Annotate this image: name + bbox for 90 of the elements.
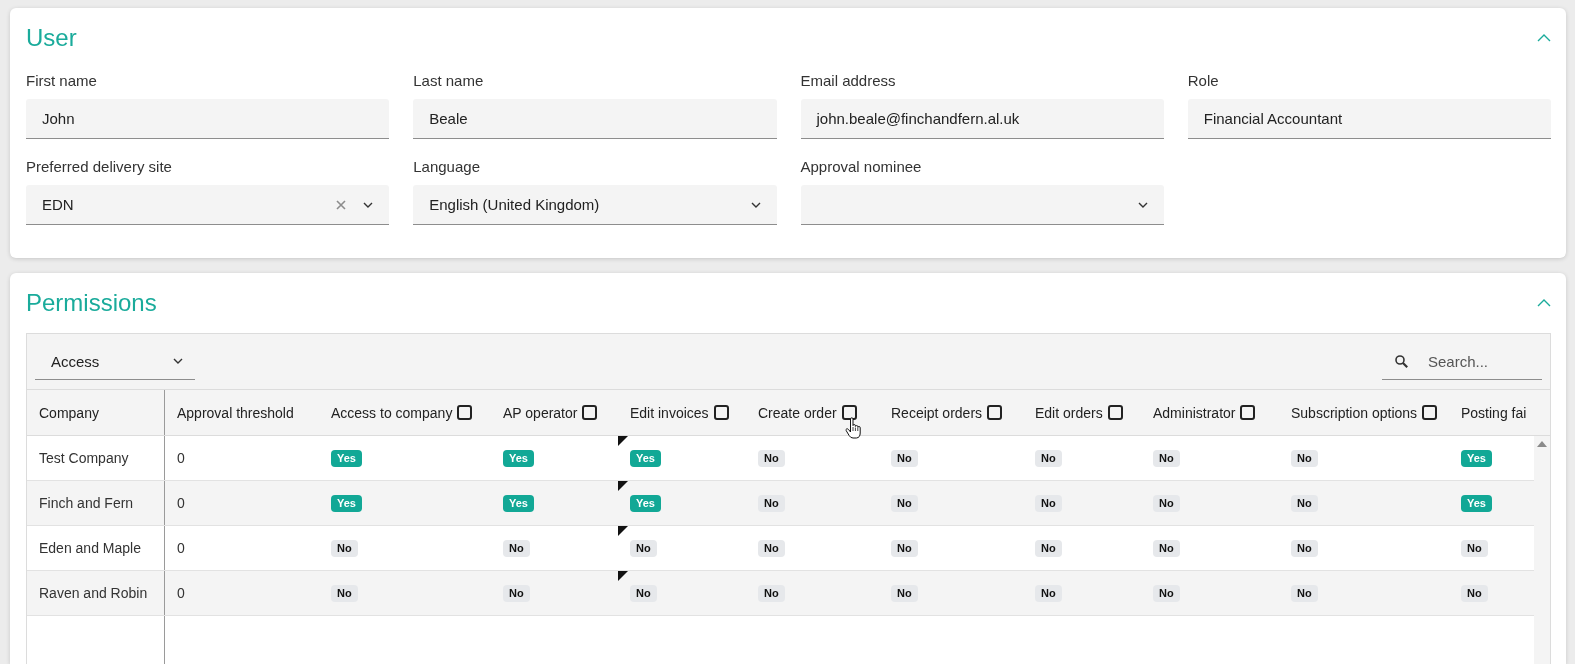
status-badge: No <box>331 539 358 557</box>
status-badge: Yes <box>630 449 661 467</box>
scrollbar[interactable] <box>1534 436 1550 664</box>
status-badge: No <box>503 584 530 602</box>
field-label: Role <box>1187 72 1219 90</box>
number-value: 0 <box>177 540 185 556</box>
status-badge: Yes <box>630 494 661 512</box>
column-header: Create order <box>758 404 837 421</box>
select-all-checkbox[interactable] <box>582 405 598 420</box>
dropdown-field[interactable] <box>800 185 1164 225</box>
row-label: Eden and Maple <box>39 540 141 556</box>
section-title: User <box>26 23 77 53</box>
text-field[interactable]: John <box>26 99 390 139</box>
status-badge: No <box>1035 494 1062 512</box>
clear-icon[interactable] <box>336 199 347 210</box>
status-badge: No <box>758 449 785 467</box>
column-header: Subscription options <box>1291 404 1418 421</box>
column-header: Edit invoices <box>630 404 709 421</box>
status-badge: Yes <box>1461 449 1492 467</box>
field-label: Email address <box>800 72 896 90</box>
status-badge: No <box>1153 539 1180 557</box>
status-badge: Yes <box>1461 494 1492 512</box>
select-all-checkbox[interactable] <box>1240 405 1256 420</box>
scroll-up-arrow-icon[interactable] <box>1537 441 1547 447</box>
status-badge: Yes <box>331 494 362 512</box>
select-all-checkbox[interactable] <box>1107 405 1123 420</box>
dropdown-field[interactable]: English (United Kingdom) <box>413 185 777 225</box>
field-label: Preferred delivery site <box>26 158 172 176</box>
row-label: Test Company <box>39 450 129 466</box>
status-badge: No <box>1035 449 1062 467</box>
status-badge: No <box>1035 539 1062 557</box>
status-badge: No <box>758 494 785 512</box>
text-field[interactable]: Beale <box>413 99 777 139</box>
column-header: Posting fai <box>1461 404 1527 421</box>
chevron-up-icon[interactable] <box>1537 299 1551 307</box>
column-header: Administrator <box>1153 404 1236 421</box>
chevron-up-icon[interactable] <box>1537 34 1551 42</box>
chevron-down-icon <box>750 201 761 208</box>
number-value: 0 <box>177 585 185 601</box>
status-badge: No <box>758 584 785 602</box>
status-badge: No <box>1153 494 1180 512</box>
status-badge: No <box>1291 584 1318 602</box>
status-badge: Yes <box>503 449 534 467</box>
row-label: Finch and Fern <box>39 495 134 511</box>
column-header: Approval threshold <box>177 404 294 421</box>
chevron-down-icon <box>363 201 374 208</box>
status-badge: No <box>1153 449 1180 467</box>
column-header: Access to company <box>331 404 453 421</box>
text-field[interactable]: john.beale@finchandfern.al.uk <box>800 99 1164 139</box>
status-badge: No <box>1153 584 1180 602</box>
status-badge: No <box>758 539 785 557</box>
select-all-checkbox[interactable] <box>1422 405 1438 420</box>
dropdown-field[interactable]: EDN <box>26 185 390 225</box>
status-badge: No <box>1291 494 1318 512</box>
column-header: Receipt orders <box>891 404 983 421</box>
status-badge: No <box>503 539 530 557</box>
section-title: Permissions <box>26 288 157 318</box>
chevron-down-icon <box>173 358 183 364</box>
text-field[interactable]: Financial Accountant <box>1187 99 1551 139</box>
view-dropdown[interactable]: Access <box>35 343 195 380</box>
number-value: 0 <box>177 495 185 511</box>
field-label: First name <box>26 72 97 90</box>
status-badge: No <box>630 584 657 602</box>
field-label: Last name <box>413 72 484 90</box>
status-badge: No <box>1035 584 1062 602</box>
column-header: Company <box>39 404 99 421</box>
select-all-checkbox[interactable] <box>713 405 729 420</box>
field-label: Approval nominee <box>800 158 922 176</box>
status-badge: No <box>630 539 657 557</box>
search-field[interactable]: Search... <box>1382 343 1542 380</box>
status-badge: Yes <box>503 494 534 512</box>
column-header: AP operator <box>503 404 578 421</box>
status-badge: No <box>1291 539 1318 557</box>
status-badge: No <box>891 584 918 602</box>
status-badge: No <box>1461 584 1488 602</box>
status-badge: No <box>891 494 918 512</box>
status-badge: No <box>1291 449 1318 467</box>
select-all-checkbox[interactable] <box>457 405 473 420</box>
column-header: Edit orders <box>1035 404 1103 421</box>
status-badge: No <box>891 449 918 467</box>
field-label: Language <box>413 158 480 176</box>
status-badge: No <box>331 584 358 602</box>
status-badge: No <box>1461 539 1488 557</box>
row-label: Raven and Robin <box>39 585 148 601</box>
chevron-down-icon <box>1137 201 1148 208</box>
search-icon <box>1395 354 1408 368</box>
number-value: 0 <box>177 450 185 466</box>
status-badge: Yes <box>331 449 362 467</box>
status-badge: No <box>891 539 918 557</box>
select-all-checkbox[interactable] <box>987 405 1003 420</box>
